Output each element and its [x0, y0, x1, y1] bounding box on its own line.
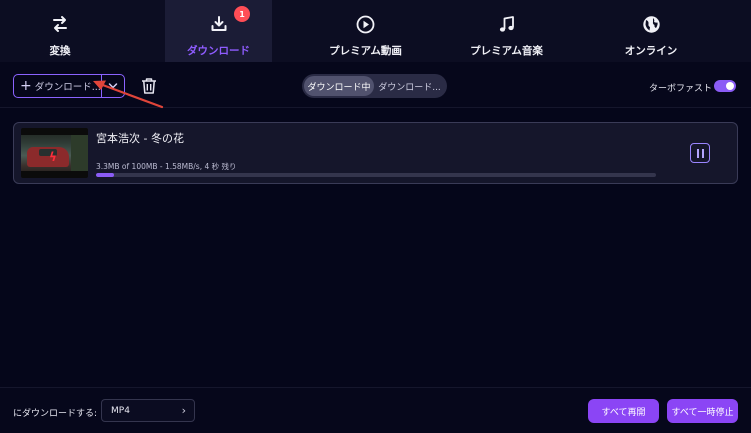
- trash-icon[interactable]: [139, 76, 159, 96]
- tab-download[interactable]: 1 ダウンロード: [165, 0, 272, 62]
- tab-premium-music[interactable]: プレミアム音楽: [438, 0, 575, 62]
- convert-arrows-icon: [51, 14, 69, 34]
- video-thumbnail: ϟ: [21, 128, 88, 178]
- download-url-button-label: ダウンロード...: [34, 82, 101, 93]
- turbo-fast-toggle[interactable]: [714, 80, 736, 92]
- pause-icon: [696, 148, 699, 158]
- play-circle-icon: [356, 14, 375, 34]
- segment-downloading[interactable]: ダウンロード中: [304, 76, 374, 96]
- download-progress-bar: [96, 173, 656, 177]
- globe-icon: [642, 14, 661, 34]
- download-item: ϟ 宮本浩次 - 冬の花 3.3MB of 100MB - 1.58MB/s, …: [13, 122, 738, 184]
- toggle-knob: [726, 82, 734, 90]
- download-count-badge: 1: [234, 6, 250, 22]
- tab-premium-video[interactable]: プレミアム動画: [297, 0, 434, 62]
- red-lightning-mark: ϟ: [49, 150, 57, 164]
- download-icon: [210, 14, 228, 34]
- segment-downloaded[interactable]: ダウンロード...: [374, 76, 445, 96]
- download-split-button: + ダウンロード...: [13, 74, 125, 98]
- tab-download-label: ダウンロード: [187, 45, 250, 57]
- tab-online-label: オンライン: [624, 45, 678, 57]
- chevron-down-icon: [108, 83, 118, 89]
- output-format-value: MP4: [111, 405, 130, 416]
- resume-all-button[interactable]: すべて再開: [588, 399, 659, 423]
- download-progress-fill: [96, 173, 115, 177]
- top-nav: 変換 1 ダウンロード プレミアム動画 プレミアム音楽 オンライン: [0, 0, 751, 62]
- status-segmented-control: ダウンロード中 ダウンロード...: [302, 74, 447, 98]
- music-note-icon: [498, 14, 516, 34]
- tab-online[interactable]: オンライン: [589, 0, 713, 62]
- tab-premium-video-label: プレミアム動画: [329, 45, 402, 57]
- download-title: 宮本浩次 - 冬の花: [96, 132, 184, 145]
- tab-convert-label: 変換: [49, 45, 71, 57]
- output-format-select[interactable]: MP4 ›: [101, 399, 195, 422]
- tab-convert[interactable]: 変換: [0, 0, 120, 62]
- download-url-button[interactable]: + ダウンロード...: [14, 75, 102, 97]
- chevron-right-icon: ›: [181, 404, 186, 417]
- toolbar: + ダウンロード... ダウンロード中 ダウンロード... ターボファスト: [0, 62, 751, 108]
- pause-button[interactable]: [690, 143, 710, 163]
- turbo-fast-label: ターボファスト: [649, 84, 713, 94]
- download-options-dropdown[interactable]: [102, 75, 124, 97]
- download-stats: 3.3MB of 100MB - 1.58MB/s, 4 秒 残り: [96, 162, 237, 171]
- output-format-label: にダウンロードする:: [13, 409, 98, 419]
- pause-all-button[interactable]: すべて一時停止: [667, 399, 738, 423]
- plus-icon: +: [20, 78, 32, 94]
- tab-premium-music-label: プレミアム音楽: [470, 45, 543, 57]
- footer: にダウンロードする: MP4 › すべて再開 すべて一時停止: [0, 387, 751, 433]
